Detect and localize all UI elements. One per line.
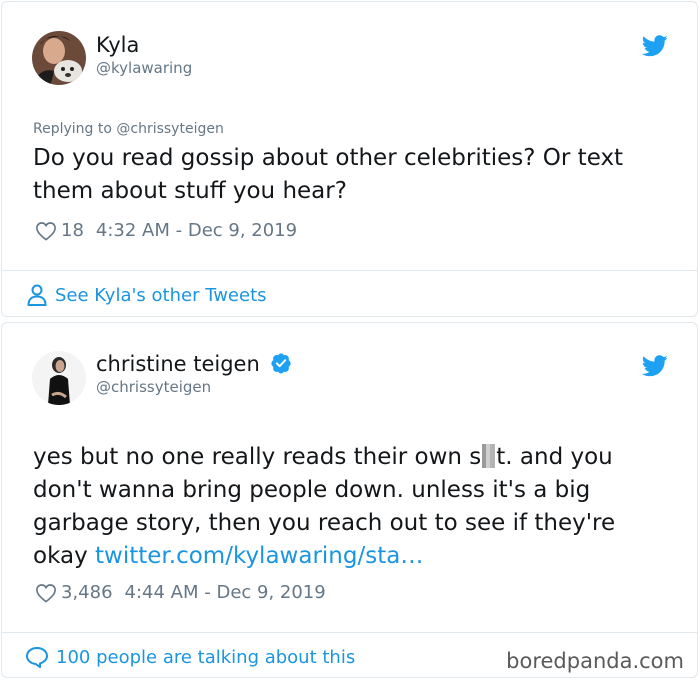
author-name-text[interactable]: christine teigen	[96, 352, 260, 376]
tweet-card-kyla: Kyla @kylawaring Replying to @chrissytei…	[1, 1, 698, 317]
see-other-tweets-link[interactable]: See Kyla's other Tweets	[27, 284, 267, 306]
censor-block	[482, 444, 496, 468]
watermark: boredpanda.com	[506, 649, 684, 673]
heart-icon[interactable]	[35, 583, 57, 603]
timestamp[interactable]: 4:44 AM - Dec 9, 2019	[125, 582, 326, 603]
profile-icon	[27, 284, 47, 306]
tweet-text-line: garbage story, then you reach out to see…	[33, 510, 616, 536]
heart-icon[interactable]	[35, 221, 57, 241]
see-other-tweets-label[interactable]: See Kyla's other Tweets	[55, 285, 267, 306]
tweet-text-line: don't wanna bring people down. unless it…	[33, 477, 591, 503]
like-count[interactable]: 3,486	[61, 582, 113, 603]
author-name[interactable]: Kyla	[96, 33, 139, 57]
avatar-kyla[interactable]	[32, 31, 86, 85]
conversation-link[interactable]: 100 people are talking about this	[25, 646, 355, 668]
tweet-meta: 3,486 4:44 AM - Dec 9, 2019	[35, 582, 326, 603]
tweet-card-teigen: christine teigen @chrissyteigen yes but …	[1, 322, 698, 678]
like-count[interactable]: 18	[61, 220, 84, 241]
tweet-text-line: yes but no one really reads their own s t…	[33, 441, 683, 474]
tweet-text-part: okay	[33, 543, 96, 569]
author-handle[interactable]: @kylawaring	[96, 59, 192, 77]
timestamp[interactable]: 4:32 AM - Dec 9, 2019	[96, 220, 297, 241]
divider	[2, 270, 697, 271]
twitter-bird-icon[interactable]	[642, 355, 668, 377]
author-name[interactable]: christine teigen	[96, 352, 292, 376]
tweet-text-line: them about stuff you hear?	[33, 178, 347, 204]
verified-badge-icon	[271, 353, 292, 374]
conversation-label[interactable]: 100 people are talking about this	[56, 647, 355, 668]
speech-bubble-icon	[26, 647, 48, 668]
author-handle[interactable]: @chrissyteigen	[96, 378, 211, 396]
replying-to[interactable]: Replying to @chrissyteigen	[33, 121, 224, 137]
tweet-text: Do you read gossip about other celebriti…	[33, 142, 673, 208]
avatar-teigen[interactable]	[32, 351, 86, 405]
twitter-bird-icon[interactable]	[642, 35, 668, 57]
tweet-text-part: yes but no one really reads their own s	[33, 444, 482, 470]
tweet-text-line: Do you read gossip about other celebriti…	[33, 145, 624, 171]
divider	[2, 632, 697, 633]
tweet-text: yes but no one really reads their own s t…	[33, 441, 683, 573]
quoted-tweet-link[interactable]: twitter.com/kylawaring/sta…	[95, 543, 423, 569]
tweet-text-part: t. and you	[496, 444, 613, 470]
tweet-text-line: okay twitter.com/kylawaring/sta…	[33, 540, 683, 573]
tweet-meta: 18 4:32 AM - Dec 9, 2019	[35, 220, 297, 241]
